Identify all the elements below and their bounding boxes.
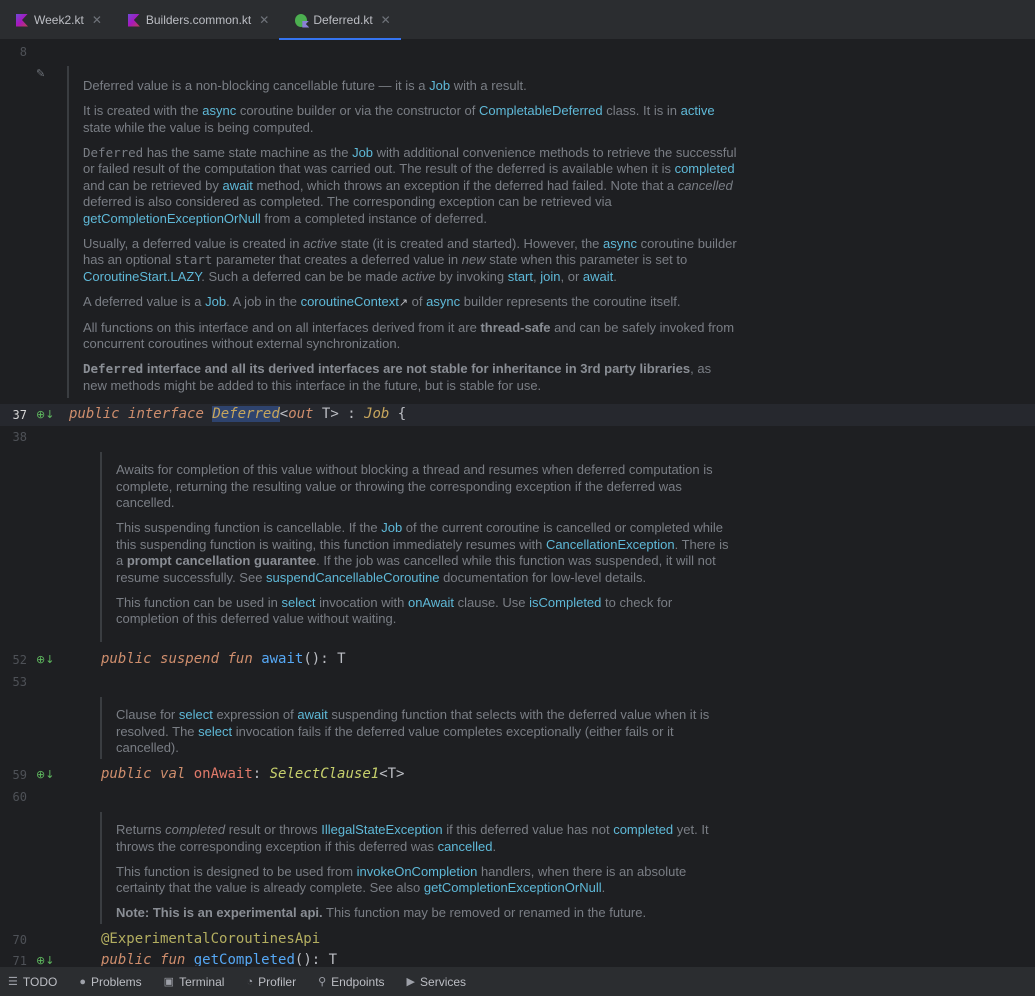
doc-link[interactable]: Job — [352, 145, 373, 160]
list-icon: ☰ — [8, 976, 18, 988]
line-number: 60 — [12, 790, 27, 804]
doc-link[interactable]: getCompletionExceptionOrNull — [424, 880, 602, 895]
doc-link[interactable]: onAwait — [408, 595, 454, 610]
services-icon: ▶ — [406, 976, 416, 988]
external-link-icon: ↗ — [398, 296, 409, 309]
profiler-icon: ◔ — [246, 975, 254, 988]
doc-link[interactable]: join — [540, 269, 560, 284]
doc-paragraph: Deferred has the same state machine as t… — [83, 144, 737, 226]
doc-link[interactable]: async — [202, 103, 236, 118]
doc-link[interactable]: completed — [613, 822, 673, 837]
kdoc-await: Awaits for completion of this value with… — [100, 452, 737, 642]
tool-endpoints[interactable]: ⚲ Endpoints — [318, 975, 384, 989]
doc-paragraph: It is created with the async coroutine b… — [83, 103, 715, 135]
doc-paragraph: This function is designed to be used fro… — [116, 863, 687, 896]
kotlin-file-icon — [127, 13, 140, 27]
doc-link[interactable]: active — [681, 103, 715, 118]
tab-label: Deferred.kt — [313, 13, 373, 27]
line-number: 8 — [19, 45, 27, 59]
implemented-gutter-icon[interactable]: ⊕↓ — [36, 954, 54, 966]
tool-services[interactable]: ▶ Services — [407, 975, 466, 989]
line-number: 52 — [12, 653, 27, 667]
tool-todo[interactable]: ☰ TODO — [8, 975, 57, 989]
line-number: 53 — [12, 675, 27, 689]
line-number: 59 — [12, 768, 27, 782]
doc-link[interactable]: select — [179, 707, 213, 722]
doc-link[interactable]: IllegalStateException — [321, 822, 442, 837]
doc-link[interactable]: await — [297, 707, 327, 722]
doc-paragraph: Deferred value is a non-blocking cancell… — [83, 78, 527, 93]
doc-link[interactable]: getCompletionExceptionOrNull — [83, 211, 261, 226]
doc-link[interactable]: isCompleted — [529, 595, 601, 610]
doc-paragraph: Deferred interface and all its derived i… — [83, 361, 712, 393]
doc-paragraph: All functions on this interface and on a… — [83, 319, 735, 352]
doc-link[interactable]: await — [583, 269, 613, 284]
implemented-gutter-icon[interactable]: ⊕↓ — [36, 408, 54, 421]
kotlin-file-icon — [16, 13, 28, 27]
doc-link[interactable]: await — [222, 178, 252, 193]
close-icon[interactable]: ✕ — [381, 13, 391, 27]
doc-paragraph: This suspending function is cancellable.… — [116, 520, 729, 585]
doc-link[interactable]: CancellationException — [546, 537, 675, 552]
kdoc-deferred: Deferred value is a non-blocking cancell… — [67, 66, 737, 398]
doc-link[interactable]: CompletableDeferred — [479, 103, 603, 118]
tab-week2[interactable]: Week2.kt ✕ — [0, 0, 112, 40]
close-icon[interactable]: ✕ — [259, 13, 269, 27]
doc-paragraph: Awaits for completion of this value with… — [116, 462, 713, 510]
doc-paragraph: Clause for select expression of await su… — [116, 707, 710, 755]
code-line-onawait: public val onAwait: SelectClause1<T> — [101, 766, 405, 782]
doc-link[interactable]: async — [426, 294, 460, 309]
doc-link[interactable]: Job — [205, 294, 226, 309]
terminal-icon: ▣ — [163, 976, 175, 988]
doc-link[interactable]: invokeOnCompletion — [357, 864, 478, 879]
line-number: 37 — [12, 408, 27, 422]
code-line-annotation: @ExperimentalCoroutinesApi — [101, 931, 321, 947]
doc-paragraph: Usually, a deferred value is created in … — [83, 235, 737, 284]
tool-window-bar: ☰ TODO ● Problems ▣ Terminal ◔ Profiler ⚲ End… — [0, 966, 1035, 996]
line-number: 38 — [12, 430, 27, 444]
code-editor[interactable]: 8 ✎ Deferred value is a non-blocking can… — [0, 40, 1035, 966]
doc-paragraph: Note: This is an experimental api. This … — [116, 905, 647, 920]
tool-problems[interactable]: ● Problems — [79, 975, 141, 989]
code-line-getcompleted: public fun getCompleted(): T — [101, 952, 338, 966]
doc-paragraph: This function can be used in select invo… — [116, 594, 673, 627]
tab-label: Week2.kt — [34, 13, 84, 27]
tool-profiler[interactable]: ◔ Profiler — [246, 975, 296, 989]
doc-paragraph: A deferred value is a Job. A job in the … — [83, 293, 681, 309]
edit-doc-icon[interactable]: ✎ — [36, 67, 48, 80]
kotlin-class-icon — [295, 13, 308, 27]
code-line-await: public suspend fun await(): T — [101, 651, 346, 667]
doc-link[interactable]: Job — [381, 520, 402, 535]
doc-link[interactable]: async — [603, 236, 637, 251]
doc-link[interactable]: start — [508, 269, 533, 284]
doc-link[interactable]: completed — [675, 161, 735, 176]
doc-link[interactable]: select — [198, 724, 232, 739]
doc-link[interactable]: Job — [429, 78, 450, 93]
doc-link[interactable]: coroutineContext — [301, 294, 399, 309]
doc-paragraph: Returns completed result or throws Illeg… — [116, 822, 709, 854]
kdoc-onawait: Clause for select expression of await su… — [100, 697, 737, 759]
endpoints-icon: ⚲ — [318, 976, 327, 988]
close-icon[interactable]: ✕ — [92, 13, 102, 27]
doc-link[interactable]: CoroutineStart.LAZY — [83, 269, 201, 284]
doc-link[interactable]: select — [282, 595, 316, 610]
line-number: 71 — [12, 954, 27, 966]
tab-label: Builders.common.kt — [145, 13, 252, 27]
editor-tab-bar: Week2.kt ✕ Builders.common.kt ✕ Deferred… — [0, 0, 1035, 41]
line-number: 70 — [12, 933, 27, 947]
doc-link[interactable]: suspendCancellableCoroutine — [266, 570, 439, 585]
implemented-gutter-icon[interactable]: ⊕↓ — [36, 653, 54, 666]
tool-terminal[interactable]: ▣ Terminal — [164, 975, 225, 989]
tab-builders-common[interactable]: Builders.common.kt ✕ — [112, 0, 279, 40]
tab-deferred[interactable]: Deferred.kt ✕ — [279, 0, 402, 41]
implemented-gutter-icon[interactable]: ⊕↓ — [36, 768, 54, 781]
kdoc-getcompleted: Returns completed result or throws Illeg… — [100, 812, 737, 924]
problems-icon: ● — [79, 975, 86, 988]
doc-link[interactable]: cancelled — [438, 839, 493, 854]
code-line-interface: public interface Deferred<out T> : Job { — [69, 406, 407, 422]
